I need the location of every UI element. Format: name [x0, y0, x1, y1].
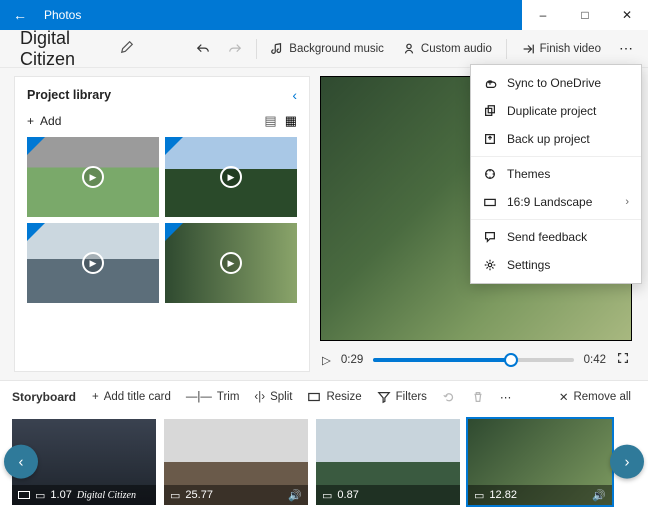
maximize-button[interactable]: □ [564, 0, 606, 30]
library-grid: ▶ ▶ ▶ ▶ [27, 137, 297, 303]
split-button[interactable]: ‹|›Split [249, 388, 297, 406]
library-item[interactable]: ▶ [27, 223, 159, 303]
resize-button[interactable]: Resize [302, 387, 366, 407]
menu-aspect[interactable]: 16:9 Landscape › [471, 188, 641, 216]
storyboard-clip[interactable]: ▭ 12.82 🔊 [468, 419, 612, 505]
fullscreen-button[interactable] [616, 351, 630, 368]
library-title: Project library [27, 88, 111, 102]
storyboard-clip[interactable]: ▭ 0.87 [316, 419, 460, 505]
finish-video-button[interactable]: Finish video [515, 38, 607, 60]
remove-all-button[interactable]: ✕Remove all [554, 387, 636, 407]
back-button[interactable]: ← [0, 7, 40, 23]
chevron-right-icon: › [625, 196, 629, 208]
clip-duration: 1.07 [50, 489, 71, 501]
clip-caption: Digital Citizen [77, 490, 136, 501]
plus-icon: + [92, 391, 99, 403]
close-icon: ✕ [559, 390, 569, 404]
finish-video-label: Finish video [540, 43, 601, 55]
more-button[interactable]: ⋯ [613, 36, 640, 61]
audio-icon: 🔊 [592, 489, 606, 502]
storyboard-more-button[interactable]: ⋯ [495, 387, 517, 407]
redo-button[interactable] [222, 38, 248, 60]
play-icon: ▶ [220, 252, 242, 274]
frame-icon: ▭ [474, 489, 484, 502]
menu-settings[interactable]: Settings [471, 251, 641, 279]
library-item[interactable]: ▶ [27, 137, 159, 217]
trim-icon: ―|― [186, 391, 212, 403]
playback-controls: ▷ 0:29 0:42 [320, 341, 632, 372]
frame-icon: ▭ [170, 489, 180, 502]
add-media-button[interactable]: + Add [27, 114, 61, 128]
rename-icon[interactable] [116, 36, 138, 61]
play-button[interactable]: ▷ [322, 353, 331, 367]
seek-slider[interactable] [373, 358, 573, 362]
main-toolbar: Digital Citizen Background music Custom … [0, 30, 648, 68]
clips-next-button[interactable]: › [610, 445, 644, 479]
clips-row: ▭1.07Digital Citizen▭25.77🔊▭0.87▭12.82🔊 … [0, 413, 648, 517]
project-library-panel: Project library ‹ + Add ▤ ▦ ▶ ▶ ▶ ▶ [14, 76, 310, 372]
play-icon: ▶ [82, 166, 104, 188]
menu-backup[interactable]: Back up project [471, 125, 641, 153]
plus-icon: + [27, 114, 34, 128]
add-title-card-button[interactable]: +Add title card [87, 388, 176, 406]
play-icon: ▶ [220, 166, 242, 188]
close-button[interactable]: ✕ [606, 0, 648, 30]
frame-icon: ▭ [322, 489, 332, 502]
storyboard-title: Storyboard [12, 390, 82, 404]
menu-sync[interactable]: Sync to OneDrive [471, 69, 641, 97]
audio-icon: 🔊 [288, 489, 302, 502]
more-menu: Sync to OneDrive Duplicate project Back … [470, 64, 642, 284]
project-title[interactable]: Digital Citizen [8, 28, 110, 70]
storyboard-panel: Storyboard +Add title card ―|―Trim ‹|›Sp… [0, 380, 648, 517]
clip-duration: 25.77 [185, 489, 213, 501]
seek-knob[interactable] [504, 353, 518, 367]
seek-progress [373, 358, 511, 362]
rotate-button[interactable] [437, 387, 461, 407]
undo-button[interactable] [190, 38, 216, 60]
view-grid-icon[interactable]: ▦ [285, 113, 297, 129]
storyboard-toolbar: Storyboard +Add title card ―|―Trim ‹|›Sp… [0, 381, 648, 413]
bg-music-button[interactable]: Background music [264, 38, 390, 60]
minimize-button[interactable]: – [522, 0, 564, 30]
total-time: 0:42 [584, 354, 606, 366]
title-bar: ← Photos – □ ✕ [0, 0, 648, 30]
delete-button[interactable] [466, 387, 490, 407]
frame-icon: ▭ [35, 489, 45, 502]
storyboard-clip[interactable]: ▭ 25.77 🔊 [164, 419, 308, 505]
library-item[interactable]: ▶ [165, 137, 297, 217]
collapse-library-icon[interactable]: ‹ [292, 87, 297, 103]
split-icon: ‹|› [254, 391, 265, 403]
current-time: 0:29 [341, 354, 363, 366]
custom-audio-label: Custom audio [421, 43, 492, 55]
aspect-icon [18, 491, 30, 499]
bg-music-label: Background music [289, 43, 384, 55]
menu-feedback[interactable]: Send feedback [471, 223, 641, 251]
menu-duplicate[interactable]: Duplicate project [471, 97, 641, 125]
play-icon: ▶ [82, 252, 104, 274]
clip-duration: 12.82 [489, 489, 517, 501]
window-title: Photos [40, 8, 522, 22]
clips-prev-button[interactable]: ‹ [4, 445, 38, 479]
library-item[interactable]: ▶ [165, 223, 297, 303]
trim-button[interactable]: ―|―Trim [181, 388, 245, 406]
filters-button[interactable]: Filters [372, 387, 432, 407]
view-large-icon[interactable]: ▤ [264, 113, 276, 129]
menu-themes[interactable]: Themes [471, 160, 641, 188]
custom-audio-button[interactable]: Custom audio [396, 38, 498, 60]
clip-duration: 0.87 [337, 489, 358, 501]
